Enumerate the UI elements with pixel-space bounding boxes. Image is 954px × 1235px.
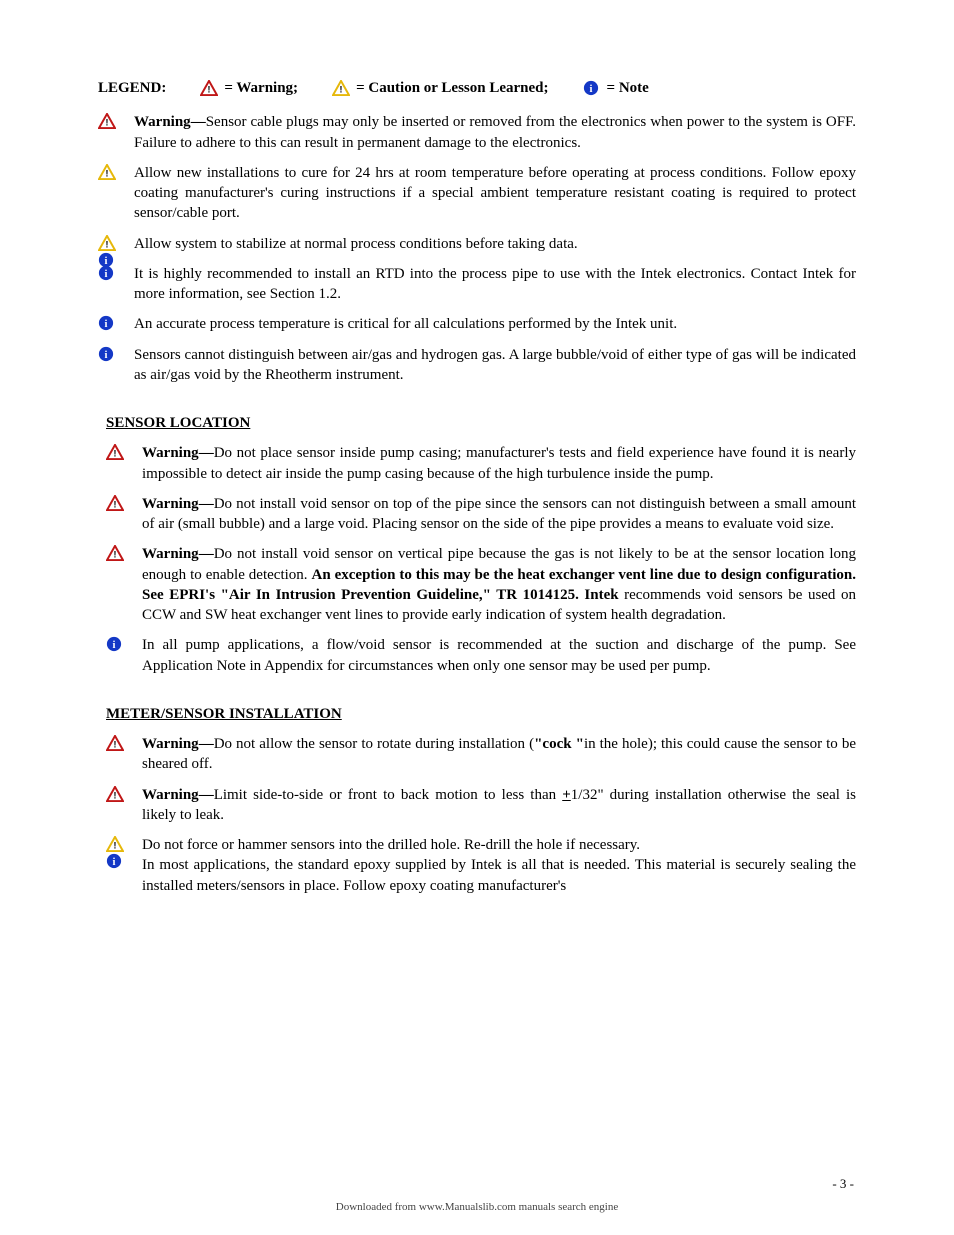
item-text: Limit side-to-side or front to back moti… <box>214 787 563 803</box>
item-text: Do not force or hammer sensors into the … <box>142 837 640 853</box>
item-text: Allow system to stabilize at normal proc… <box>134 236 578 252</box>
svg-text:!: ! <box>114 841 117 851</box>
svg-text:!: ! <box>114 790 117 800</box>
list-item: i It is highly recommended to install an… <box>98 264 856 305</box>
list-item: ! Warning — Do not allow the sensor to r… <box>106 734 856 775</box>
lead-word: Warning <box>142 445 199 461</box>
lead-word: Warning <box>142 787 199 803</box>
list-item: ! Warning — Do not install void sensor o… <box>106 494 856 535</box>
warning-icon: ! <box>106 735 124 757</box>
svg-text:i: i <box>105 269 108 280</box>
list-item: ! i Do not force or hammer sensors into … <box>106 835 856 896</box>
lead-word: Warning <box>142 496 199 512</box>
item-text-bold: "cock " <box>534 736 584 752</box>
item-text: In all pump applications, a flow/void se… <box>142 637 856 673</box>
lead-word: Warning <box>142 736 199 752</box>
svg-text:!: ! <box>106 168 109 178</box>
item-text: Do not install void sensor on top of the… <box>142 496 856 532</box>
svg-text:!: ! <box>106 239 109 249</box>
legend-caution: ! = Caution or Lesson Learned; <box>332 78 548 98</box>
info-icon: i <box>98 265 114 287</box>
list-item: ! Warning — Sensor cable plugs may only … <box>98 112 856 153</box>
lead-word: Warning <box>134 114 191 130</box>
svg-text:!: ! <box>114 550 117 560</box>
list-item: ! i Allow system to stabilize at normal … <box>98 234 856 254</box>
item-text: Do not allow the sensor to rotate during… <box>214 736 534 752</box>
item-text: Allow new installations to cure for 24 h… <box>134 165 856 222</box>
list-item: i An accurate process temperature is cri… <box>98 314 856 334</box>
svg-text:!: ! <box>114 499 117 509</box>
list-item: i In all pump applications, a flow/void … <box>106 635 856 676</box>
caution-icon: ! <box>332 80 350 96</box>
item-text: Do not place sensor inside pump casing; … <box>142 445 856 481</box>
warning-icon: ! <box>106 545 124 567</box>
svg-text:!: ! <box>114 740 117 750</box>
list-item: ! Warning — Do not install void sensor o… <box>106 544 856 625</box>
info-icon: i <box>106 636 122 658</box>
section-sensor-location: SENSOR LOCATION ! Warning — Do not place… <box>106 413 856 676</box>
item-text: It is highly recommended to install an R… <box>134 266 856 302</box>
section-title: METER/SENSOR INSTALLATION <box>106 704 856 724</box>
svg-text:!: ! <box>106 118 109 128</box>
item-text: An accurate process temperature is criti… <box>134 316 677 332</box>
svg-text:i: i <box>105 319 108 330</box>
intro-list: ! Warning — Sensor cable plugs may only … <box>98 112 856 385</box>
list-item: ! Warning — Limit side-to-side or front … <box>106 785 856 826</box>
page-number: - 3 - <box>832 1175 854 1193</box>
svg-text:i: i <box>589 84 592 95</box>
legend-row: LEGEND: ! = Warning; ! = Caution or Less… <box>98 78 856 98</box>
legend-warning: ! = Warning; <box>200 78 298 98</box>
list-item: ! Allow new installations to cure for 24… <box>98 163 856 224</box>
section-meter-sensor-installation: METER/SENSOR INSTALLATION ! Warning — Do… <box>106 704 856 896</box>
warning-icon: ! <box>106 786 124 808</box>
svg-text:i: i <box>113 640 116 651</box>
warning-icon: ! <box>106 444 124 466</box>
warning-icon: ! <box>98 113 116 135</box>
svg-text:i: i <box>113 857 116 868</box>
caution-icon: ! <box>98 164 116 186</box>
list-item: ! Warning — Do not place sensor inside p… <box>106 443 856 484</box>
item-text: Sensors cannot distinguish between air/g… <box>134 347 856 383</box>
svg-text:!: ! <box>114 449 117 459</box>
legend-label: LEGEND: <box>98 78 166 98</box>
warning-icon: ! <box>106 495 124 517</box>
info-icon: i <box>106 853 122 875</box>
lead-word: Warning <box>142 546 199 562</box>
list-item: i Sensors cannot distinguish between air… <box>98 345 856 386</box>
item-text-bold: + <box>562 787 571 803</box>
section-title: SENSOR LOCATION <box>106 413 856 433</box>
info-icon: i <box>98 315 114 337</box>
info-icon: i <box>98 346 114 368</box>
item-text: Sensor cable plugs may only be inserted … <box>134 114 856 150</box>
legend-note: i = Note <box>583 78 649 98</box>
svg-text:!: ! <box>208 85 211 95</box>
footer-source[interactable]: Downloaded from www.Manualslib.com manua… <box>0 1200 954 1215</box>
item-text: In most applications, the standard epoxy… <box>142 857 856 893</box>
info-icon: i <box>583 80 601 96</box>
svg-text:!: ! <box>340 85 343 95</box>
warning-icon: ! <box>200 80 218 96</box>
svg-text:i: i <box>105 350 108 361</box>
